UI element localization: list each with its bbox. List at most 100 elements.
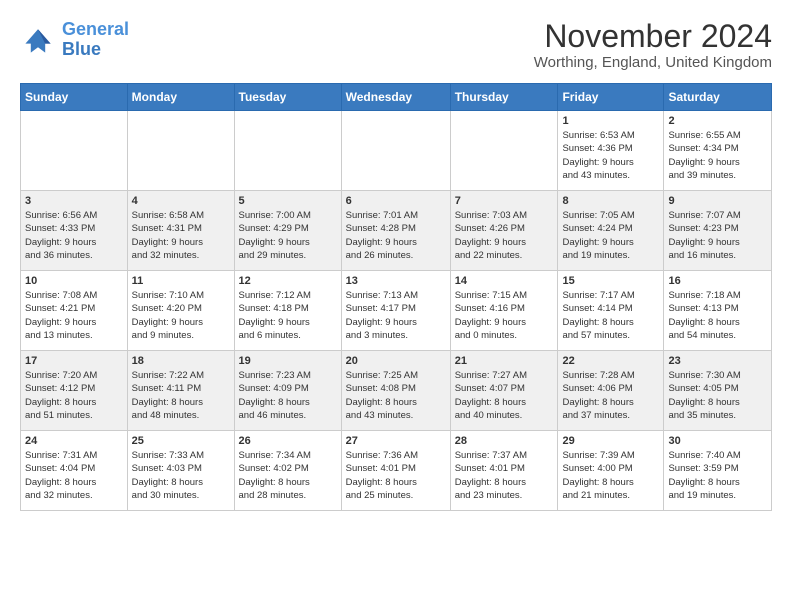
calendar-page: General Blue November 2024 Worthing, Eng… bbox=[0, 0, 792, 521]
day-number: 15 bbox=[562, 275, 659, 287]
calendar-cell: 7 Sunrise: 7:03 AM Sunset: 4:26 PM Daylig… bbox=[450, 191, 558, 271]
day-info: Sunrise: 7:28 AM Sunset: 4:06 PM Dayligh… bbox=[562, 369, 659, 422]
day-number: 1 bbox=[562, 115, 659, 127]
col-saturday: Saturday bbox=[664, 84, 772, 111]
day-number: 28 bbox=[455, 435, 554, 447]
calendar-cell: 14 Sunrise: 7:15 AM Sunset: 4:16 PM Dayli… bbox=[450, 271, 558, 351]
calendar-cell: 16 Sunrise: 7:18 AM Sunset: 4:13 PM Dayli… bbox=[664, 271, 772, 351]
day-number: 7 bbox=[455, 195, 554, 207]
col-wednesday: Wednesday bbox=[341, 84, 450, 111]
day-info: Sunrise: 7:40 AM Sunset: 3:59 PM Dayligh… bbox=[668, 449, 767, 502]
day-number: 16 bbox=[668, 275, 767, 287]
day-info: Sunrise: 7:03 AM Sunset: 4:26 PM Dayligh… bbox=[455, 209, 554, 262]
calendar-cell: 27 Sunrise: 7:36 AM Sunset: 4:01 PM Dayli… bbox=[341, 431, 450, 511]
calendar-cell: 9 Sunrise: 7:07 AM Sunset: 4:23 PM Daylig… bbox=[664, 191, 772, 271]
logo-text: General Blue bbox=[62, 20, 129, 60]
calendar-cell: 19Sunrise: 7:23 AM Sunset: 4:09 PM Dayli… bbox=[234, 351, 341, 431]
calendar-cell bbox=[127, 111, 234, 191]
month-title: November 2024 bbox=[534, 20, 772, 52]
calendar-week-3: 10 Sunrise: 7:08 AM Sunset: 4:21 PM Dayli… bbox=[21, 271, 772, 351]
day-info: Sunrise: 7:20 AM Sunset: 4:12 PM Dayligh… bbox=[25, 369, 123, 422]
calendar-cell: 22 Sunrise: 7:28 AM Sunset: 4:06 PM Dayli… bbox=[558, 351, 664, 431]
calendar-week-2: 3Sunrise: 6:56 AM Sunset: 4:33 PM Daylig… bbox=[21, 191, 772, 271]
day-number: 10 bbox=[25, 275, 123, 287]
calendar-cell: 5 Sunrise: 7:00 AM Sunset: 4:29 PM Daylig… bbox=[234, 191, 341, 271]
day-info: Sunrise: 7:08 AM Sunset: 4:21 PM Dayligh… bbox=[25, 289, 123, 342]
day-number: 8 bbox=[562, 195, 659, 207]
day-info: Sunrise: 7:22 AM Sunset: 4:11 PM Dayligh… bbox=[132, 369, 230, 422]
calendar-cell: 29Sunrise: 7:39 AM Sunset: 4:00 PM Dayli… bbox=[558, 431, 664, 511]
day-number: 19 bbox=[239, 355, 337, 367]
logo-general: General bbox=[62, 19, 129, 39]
calendar-cell bbox=[450, 111, 558, 191]
calendar-cell: 13 Sunrise: 7:13 AM Sunset: 4:17 PM Dayli… bbox=[341, 271, 450, 351]
day-number: 20 bbox=[346, 355, 446, 367]
day-info: Sunrise: 7:25 AM Sunset: 4:08 PM Dayligh… bbox=[346, 369, 446, 422]
day-number: 22 bbox=[562, 355, 659, 367]
col-thursday: Thursday bbox=[450, 84, 558, 111]
day-number: 23 bbox=[668, 355, 767, 367]
day-number: 14 bbox=[455, 275, 554, 287]
calendar-cell: 3Sunrise: 6:56 AM Sunset: 4:33 PM Daylig… bbox=[21, 191, 128, 271]
day-info: Sunrise: 7:00 AM Sunset: 4:29 PM Dayligh… bbox=[239, 209, 337, 262]
calendar-cell: 12Sunrise: 7:12 AM Sunset: 4:18 PM Dayli… bbox=[234, 271, 341, 351]
day-info: Sunrise: 7:01 AM Sunset: 4:28 PM Dayligh… bbox=[346, 209, 446, 262]
day-number: 27 bbox=[346, 435, 446, 447]
day-info: Sunrise: 7:07 AM Sunset: 4:23 PM Dayligh… bbox=[668, 209, 767, 262]
calendar-cell: 2Sunrise: 6:55 AM Sunset: 4:34 PM Daylig… bbox=[664, 111, 772, 191]
day-info: Sunrise: 7:17 AM Sunset: 4:14 PM Dayligh… bbox=[562, 289, 659, 342]
day-number: 30 bbox=[668, 435, 767, 447]
calendar-cell: 20 Sunrise: 7:25 AM Sunset: 4:08 PM Dayli… bbox=[341, 351, 450, 431]
day-info: Sunrise: 7:37 AM Sunset: 4:01 PM Dayligh… bbox=[455, 449, 554, 502]
day-number: 17 bbox=[25, 355, 123, 367]
calendar-cell: 25 Sunrise: 7:33 AM Sunset: 4:03 PM Dayli… bbox=[127, 431, 234, 511]
day-number: 9 bbox=[668, 195, 767, 207]
general-blue-logo-icon bbox=[20, 22, 56, 58]
calendar-cell: 11Sunrise: 7:10 AM Sunset: 4:20 PM Dayli… bbox=[127, 271, 234, 351]
calendar-cell: 23 Sunrise: 7:30 AM Sunset: 4:05 PM Dayli… bbox=[664, 351, 772, 431]
day-number: 29 bbox=[562, 435, 659, 447]
day-number: 21 bbox=[455, 355, 554, 367]
day-info: Sunrise: 6:53 AM Sunset: 4:36 PM Dayligh… bbox=[562, 129, 659, 182]
day-info: Sunrise: 6:58 AM Sunset: 4:31 PM Dayligh… bbox=[132, 209, 230, 262]
day-number: 6 bbox=[346, 195, 446, 207]
day-number: 25 bbox=[132, 435, 230, 447]
day-number: 18 bbox=[132, 355, 230, 367]
calendar-cell: 18 Sunrise: 7:22 AM Sunset: 4:11 PM Dayli… bbox=[127, 351, 234, 431]
calendar-week-5: 24 Sunrise: 7:31 AM Sunset: 4:04 PM Dayli… bbox=[21, 431, 772, 511]
day-info: Sunrise: 7:13 AM Sunset: 4:17 PM Dayligh… bbox=[346, 289, 446, 342]
calendar-cell: 1 Sunrise: 6:53 AM Sunset: 4:36 PM Daylig… bbox=[558, 111, 664, 191]
logo-blue: Blue bbox=[62, 40, 129, 60]
day-info: Sunrise: 7:12 AM Sunset: 4:18 PM Dayligh… bbox=[239, 289, 337, 342]
day-info: Sunrise: 7:33 AM Sunset: 4:03 PM Dayligh… bbox=[132, 449, 230, 502]
calendar-cell: 4Sunrise: 6:58 AM Sunset: 4:31 PM Daylig… bbox=[127, 191, 234, 271]
calendar-cell: 30 Sunrise: 7:40 AM Sunset: 3:59 PM Dayli… bbox=[664, 431, 772, 511]
title-block: November 2024 Worthing, England, United … bbox=[534, 20, 772, 71]
calendar-cell bbox=[21, 111, 128, 191]
calendar-cell: 17 Sunrise: 7:20 AM Sunset: 4:12 PM Dayli… bbox=[21, 351, 128, 431]
day-info: Sunrise: 7:34 AM Sunset: 4:02 PM Dayligh… bbox=[239, 449, 337, 502]
col-monday: Monday bbox=[127, 84, 234, 111]
header: General Blue November 2024 Worthing, Eng… bbox=[20, 20, 772, 71]
day-info: Sunrise: 7:36 AM Sunset: 4:01 PM Dayligh… bbox=[346, 449, 446, 502]
day-info: Sunrise: 7:30 AM Sunset: 4:05 PM Dayligh… bbox=[668, 369, 767, 422]
day-number: 26 bbox=[239, 435, 337, 447]
col-friday: Friday bbox=[558, 84, 664, 111]
day-number: 5 bbox=[239, 195, 337, 207]
day-number: 13 bbox=[346, 275, 446, 287]
calendar-cell: 28 Sunrise: 7:37 AM Sunset: 4:01 PM Dayli… bbox=[450, 431, 558, 511]
day-number: 24 bbox=[25, 435, 123, 447]
calendar-cell: 8 Sunrise: 7:05 AM Sunset: 4:24 PM Daylig… bbox=[558, 191, 664, 271]
calendar-cell: 24 Sunrise: 7:31 AM Sunset: 4:04 PM Dayli… bbox=[21, 431, 128, 511]
day-info: Sunrise: 7:05 AM Sunset: 4:24 PM Dayligh… bbox=[562, 209, 659, 262]
day-info: Sunrise: 7:18 AM Sunset: 4:13 PM Dayligh… bbox=[668, 289, 767, 342]
calendar-cell: 10 Sunrise: 7:08 AM Sunset: 4:21 PM Dayli… bbox=[21, 271, 128, 351]
day-number: 2 bbox=[668, 115, 767, 127]
day-info: Sunrise: 7:10 AM Sunset: 4:20 PM Dayligh… bbox=[132, 289, 230, 342]
day-info: Sunrise: 7:31 AM Sunset: 4:04 PM Dayligh… bbox=[25, 449, 123, 502]
calendar-week-1: 1 Sunrise: 6:53 AM Sunset: 4:36 PM Daylig… bbox=[21, 111, 772, 191]
calendar-cell bbox=[234, 111, 341, 191]
day-info: Sunrise: 7:15 AM Sunset: 4:16 PM Dayligh… bbox=[455, 289, 554, 342]
day-info: Sunrise: 6:56 AM Sunset: 4:33 PM Dayligh… bbox=[25, 209, 123, 262]
calendar-header-row: Sunday Monday Tuesday Wednesday Thursday… bbox=[21, 84, 772, 111]
